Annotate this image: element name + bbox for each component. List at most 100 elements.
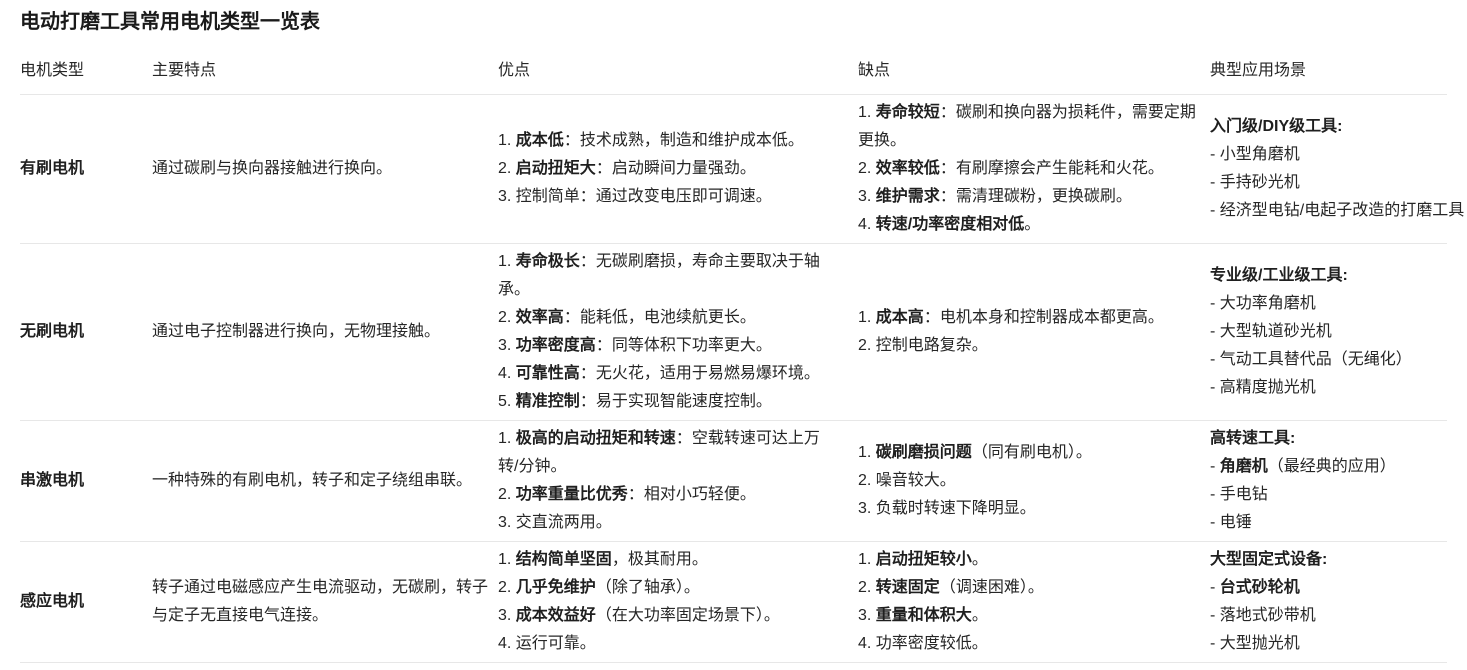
- cell-main-features: 转子通过电磁感应产生电流驱动，无碳刷，转子与定子无直接电气连接。: [152, 542, 498, 663]
- text-segment: ：电机本身和控制器成本都更高。: [924, 309, 1164, 326]
- pros-item: 2. 效率高：能耗低，电池续航更长。: [498, 304, 826, 332]
- pros-item: 3. 功率密度高：同等体积下功率更大。: [498, 332, 826, 360]
- text-segment: （同有刷电机）。: [972, 444, 1092, 461]
- bold-term: :: [1342, 267, 1347, 284]
- cell-applications: 入门级/DIY级工具:- 小型角磨机- 手持砂光机- 经济型电钻/电起子改造的打…: [1210, 95, 1447, 244]
- text-segment: 4.: [858, 216, 876, 233]
- column-header-features: 主要特点: [152, 60, 498, 95]
- pros-item: 2. 几乎免维护（除了轴承）。: [498, 574, 826, 602]
- text-segment: ：技术成熟，制造和维护成本低。: [564, 132, 804, 149]
- applications-item: - 落地式砂带机: [1210, 602, 1447, 630]
- applications-item: - 手持砂光机: [1210, 169, 1447, 197]
- cell-motor-type: 有刷电机: [20, 95, 152, 244]
- text-segment: ：同等体积下功率更大。: [596, 337, 772, 354]
- text-segment: 1.: [858, 104, 876, 121]
- text-segment: 2. 噪音较大。: [858, 472, 956, 489]
- bold-term: 极高的启动扭矩和转速: [516, 430, 676, 447]
- text-segment: - 大型抛光机: [1210, 635, 1300, 652]
- text-segment: - 落地式砂带机: [1210, 607, 1316, 624]
- text-segment: ：无火花，适用于易燃易爆环境。: [580, 365, 820, 382]
- bold-term: 转速/功率密度相对低: [876, 216, 1024, 233]
- bold-term: 启动扭矩大: [516, 160, 596, 177]
- text-segment: - 高精度抛光机: [1210, 379, 1316, 396]
- applications-heading: 入门级/DIY级工具:: [1210, 113, 1447, 141]
- applications-item: - 手电钻: [1210, 481, 1447, 509]
- bold-term: 结构简单坚固: [516, 551, 612, 568]
- text-segment: （调速困难）。: [940, 579, 1044, 596]
- text-segment: 4.: [498, 365, 516, 382]
- text-segment: 4. 功率密度较低。: [858, 635, 988, 652]
- bold-term: 角磨机: [1220, 458, 1268, 475]
- bold-term: 高转速工具: [1210, 430, 1290, 447]
- text-segment: 3.: [858, 188, 876, 205]
- cons-item: 2. 效率较低：有刷摩擦会产生能耗和火花。: [858, 155, 1198, 183]
- bold-term: 成本效益好: [516, 607, 596, 624]
- cell-pros-list: 1. 结构简单坚固，极其耐用。2. 几乎免维护（除了轴承）。 3. 成本效益好（在…: [498, 542, 858, 663]
- cons-item: 1. 碳刷磨损问题（同有刷电机）。: [858, 439, 1198, 467]
- text-segment: 3.: [498, 337, 516, 354]
- text-segment: 3.: [858, 607, 876, 624]
- bold-term: 功率重量比优秀: [516, 486, 628, 503]
- pros-item: 4. 运行可靠。: [498, 630, 826, 658]
- text-segment: 1.: [498, 253, 516, 270]
- cell-pros-list: 1. 成本低：技术成熟，制造和维护成本低。2. 启动扭矩大：启动瞬间力量强劲。3…: [498, 95, 858, 244]
- cons-item: 4. 功率密度较低。: [858, 630, 1198, 658]
- cell-main-features: 通过碳刷与换向器接触进行换向。: [152, 95, 498, 244]
- text-segment: （在大功率固定场景下）。: [596, 607, 780, 624]
- cell-pros-list: 1. 极高的启动扭矩和转速：空载转速可达上万转/分钟。2. 功率重量比优秀：相对…: [498, 421, 858, 542]
- text-segment: 3.: [498, 607, 516, 624]
- pros-item: 1. 极高的启动扭矩和转速：空载转速可达上万转/分钟。: [498, 425, 826, 481]
- bold-term: 启动扭矩较小: [876, 551, 972, 568]
- pros-item: 1. 成本低：技术成熟，制造和维护成本低。: [498, 127, 826, 155]
- text-segment: 3. 控制简单：通过改变电压即可调速。: [498, 188, 772, 205]
- text-segment: 1.: [858, 444, 876, 461]
- text-segment: ：易于实现智能速度控制。: [580, 393, 772, 410]
- page: 电动打磨工具常用电机类型一览表 电机类型主要特点优点缺点典型应用场景 有刷电机通…: [0, 0, 1467, 663]
- text-segment: 1.: [498, 132, 516, 149]
- cons-item: 1. 启动扭矩较小。: [858, 546, 1198, 574]
- applications-item: - 小型角磨机: [1210, 141, 1447, 169]
- pros-item: 2. 启动扭矩大：启动瞬间力量强劲。: [498, 155, 826, 183]
- applications-heading: 专业级/工业级工具:: [1210, 262, 1447, 290]
- cell-main-features: 通过电子控制器进行换向，无物理接触。: [152, 244, 498, 421]
- text-segment: 1.: [498, 551, 516, 568]
- cell-motor-type: 感应电机: [20, 542, 152, 663]
- pros-item: 3. 控制简单：通过改变电压即可调速。: [498, 183, 826, 211]
- cons-item: 3. 负载时转速下降明显。: [858, 495, 1198, 523]
- text-segment: 2. 控制电路复杂。: [858, 337, 988, 354]
- page-title: 电动打磨工具常用电机类型一览表: [20, 8, 1447, 36]
- text-segment: -: [1210, 579, 1220, 596]
- bold-term: :: [1290, 430, 1295, 447]
- cell-cons-list: 1. 寿命较短：碳刷和换向器为损耗件，需要定期更换。2. 效率较低：有刷摩擦会产…: [858, 95, 1210, 244]
- applications-heading: 高转速工具:: [1210, 425, 1447, 453]
- applications-item: - 角磨机（最经典的应用）: [1210, 453, 1447, 481]
- bold-term: :: [1337, 118, 1342, 135]
- text-segment: 2.: [498, 309, 516, 326]
- cell-applications: 大型固定式设备:- 台式砂轮机- 落地式砂带机- 大型抛光机: [1210, 542, 1447, 663]
- pros-item: 3. 交直流两用。: [498, 509, 826, 537]
- bold-term: 寿命极长: [516, 253, 580, 270]
- pros-item: 4. 可靠性高：无火花，适用于易燃易爆环境。: [498, 360, 826, 388]
- bold-term: 可靠性高: [516, 365, 580, 382]
- cons-item: 2. 噪音较大。: [858, 467, 1198, 495]
- pros-item: 2. 功率重量比优秀：相对小巧轻便。: [498, 481, 826, 509]
- applications-item: - 气动工具替代品（无绳化）: [1210, 346, 1447, 374]
- text-segment: - 经济型电钻/电起子改造的打磨工具: [1210, 202, 1464, 219]
- applications-item: - 台式砂轮机: [1210, 574, 1447, 602]
- pros-item: 1. 结构简单坚固，极其耐用。: [498, 546, 826, 574]
- cell-pros-list: 1. 寿命极长：无碳刷磨损，寿命主要取决于轴承。2. 效率高：能耗低，电池续航更…: [498, 244, 858, 421]
- text-segment: ：需清理碳粉，更换碳刷。: [940, 188, 1132, 205]
- cell-motor-type: 无刷电机: [20, 244, 152, 421]
- applications-item: - 大型轨道砂光机: [1210, 318, 1447, 346]
- cell-main-features: 一种特殊的有刷电机，转子和定子绕组串联。: [152, 421, 498, 542]
- bold-term: 成本低: [516, 132, 564, 149]
- cons-item: 1. 寿命较短：碳刷和换向器为损耗件，需要定期更换。: [858, 99, 1198, 155]
- bold-term: 重量和体积大: [876, 607, 972, 624]
- cell-applications: 高转速工具:- 角磨机（最经典的应用）- 手电钻- 电锤: [1210, 421, 1447, 542]
- applications-item: - 电锤: [1210, 509, 1447, 537]
- text-segment: 5.: [498, 393, 516, 410]
- text-segment: 2.: [498, 160, 516, 177]
- text-segment: - 气动工具替代品（无绳化）: [1210, 351, 1412, 368]
- table-row: 串激电机一种特殊的有刷电机，转子和定子绕组串联。1. 极高的启动扭矩和转速：空载…: [20, 421, 1447, 542]
- text-segment: -: [1210, 458, 1220, 475]
